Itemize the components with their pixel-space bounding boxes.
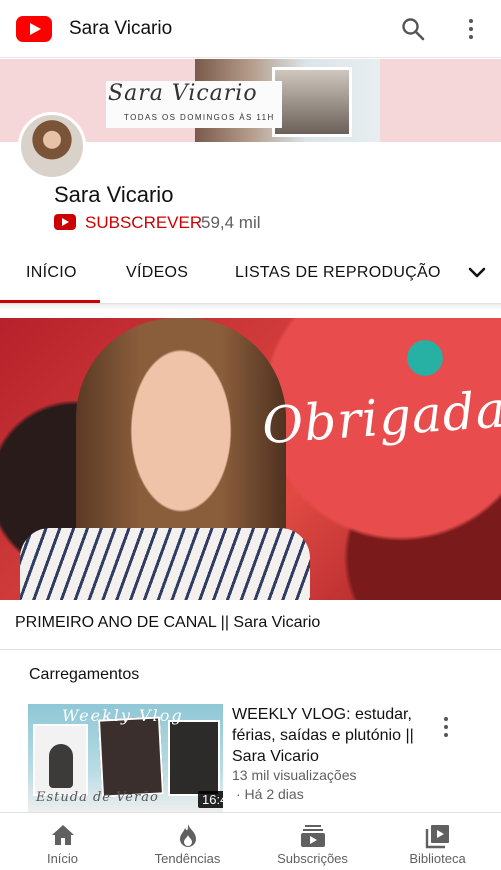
channel-name: Sara Vicario <box>54 182 174 207</box>
nav-inicio[interactable]: Início <box>0 813 125 870</box>
graffiti-splash <box>375 328 475 388</box>
thumb-photo <box>33 724 88 796</box>
banner-name: Sara Vicario <box>108 81 258 106</box>
channel-avatar[interactable] <box>18 112 86 180</box>
video-title[interactable]: WEEKLY VLOG: estudar, férias, saídas e p… <box>232 704 432 767</box>
tab-videos[interactable]: VÍDEOS <box>126 264 188 282</box>
flame-icon <box>180 824 196 847</box>
more-vertical-icon[interactable] <box>459 16 483 42</box>
video-thumbnail[interactable]: Weekly Vlog Estuda de Verão 16:47 <box>28 704 223 812</box>
video-age: · Há 2 dias <box>236 786 304 802</box>
channel-tabs: INÍCIO VÍDEOS LISTAS DE REPRODUÇÃO <box>0 246 501 304</box>
youtube-logo-icon[interactable] <box>16 16 52 42</box>
nav-tendencias[interactable]: Tendências <box>125 813 250 870</box>
app-title: Sara Vicario <box>69 18 173 39</box>
thumb-photo <box>168 720 220 796</box>
tab-inicio[interactable]: INÍCIO <box>26 264 77 282</box>
uploads-section-title[interactable]: Carregamentos <box>29 666 139 684</box>
video-duration: 16:47 <box>198 791 223 808</box>
thumb-title: Weekly Vlog <box>62 706 184 725</box>
thumbnail-shirt <box>20 528 310 600</box>
thumb-subtitle: Estuda de Verão <box>36 790 159 805</box>
nav-label: Tendências <box>154 851 221 866</box>
divider <box>0 649 501 650</box>
tab-playlists[interactable]: LISTAS DE REPRODUÇÃO <box>235 264 441 282</box>
banner-tagline: TODAS OS DOMINGOS ÀS 11H <box>124 113 275 122</box>
featured-video-title[interactable]: PRIMEIRO ANO DE CANAL || Sara Vicario <box>15 614 320 632</box>
nav-label: Subscrições <box>277 851 348 866</box>
home-icon <box>52 825 74 845</box>
list-item[interactable]: Weekly Vlog Estuda de Verão 16:47 WEEKLY… <box>0 700 501 812</box>
chevron-down-icon[interactable] <box>468 266 486 280</box>
nav-label: Início <box>46 851 79 866</box>
bottom-navigation: Início Tendências Subscrições Biblioteca <box>0 812 501 870</box>
library-icon <box>425 825 449 849</box>
subscribe-youtube-icon[interactable] <box>54 214 76 230</box>
banner-photo <box>272 67 352 137</box>
subscriptions-icon <box>301 825 325 847</box>
more-vertical-icon[interactable] <box>438 714 454 740</box>
nav-biblioteca[interactable]: Biblioteca <box>375 813 500 870</box>
tabs-shadow <box>0 304 501 310</box>
featured-video-thumbnail[interactable]: Obrigada! <box>0 318 501 600</box>
search-icon[interactable] <box>400 16 426 42</box>
active-tab-indicator <box>0 300 100 303</box>
nav-label: Biblioteca <box>409 851 466 866</box>
video-views: 13 mil visualizações <box>232 767 357 783</box>
subscribe-button[interactable]: SUBSCREVER <box>85 213 202 233</box>
thumb-photo <box>98 716 164 798</box>
app-bar: Sara Vicario <box>0 0 501 58</box>
subscriber-count: 59,4 mil <box>201 213 261 232</box>
nav-subscricoes[interactable]: Subscrições <box>250 813 375 870</box>
